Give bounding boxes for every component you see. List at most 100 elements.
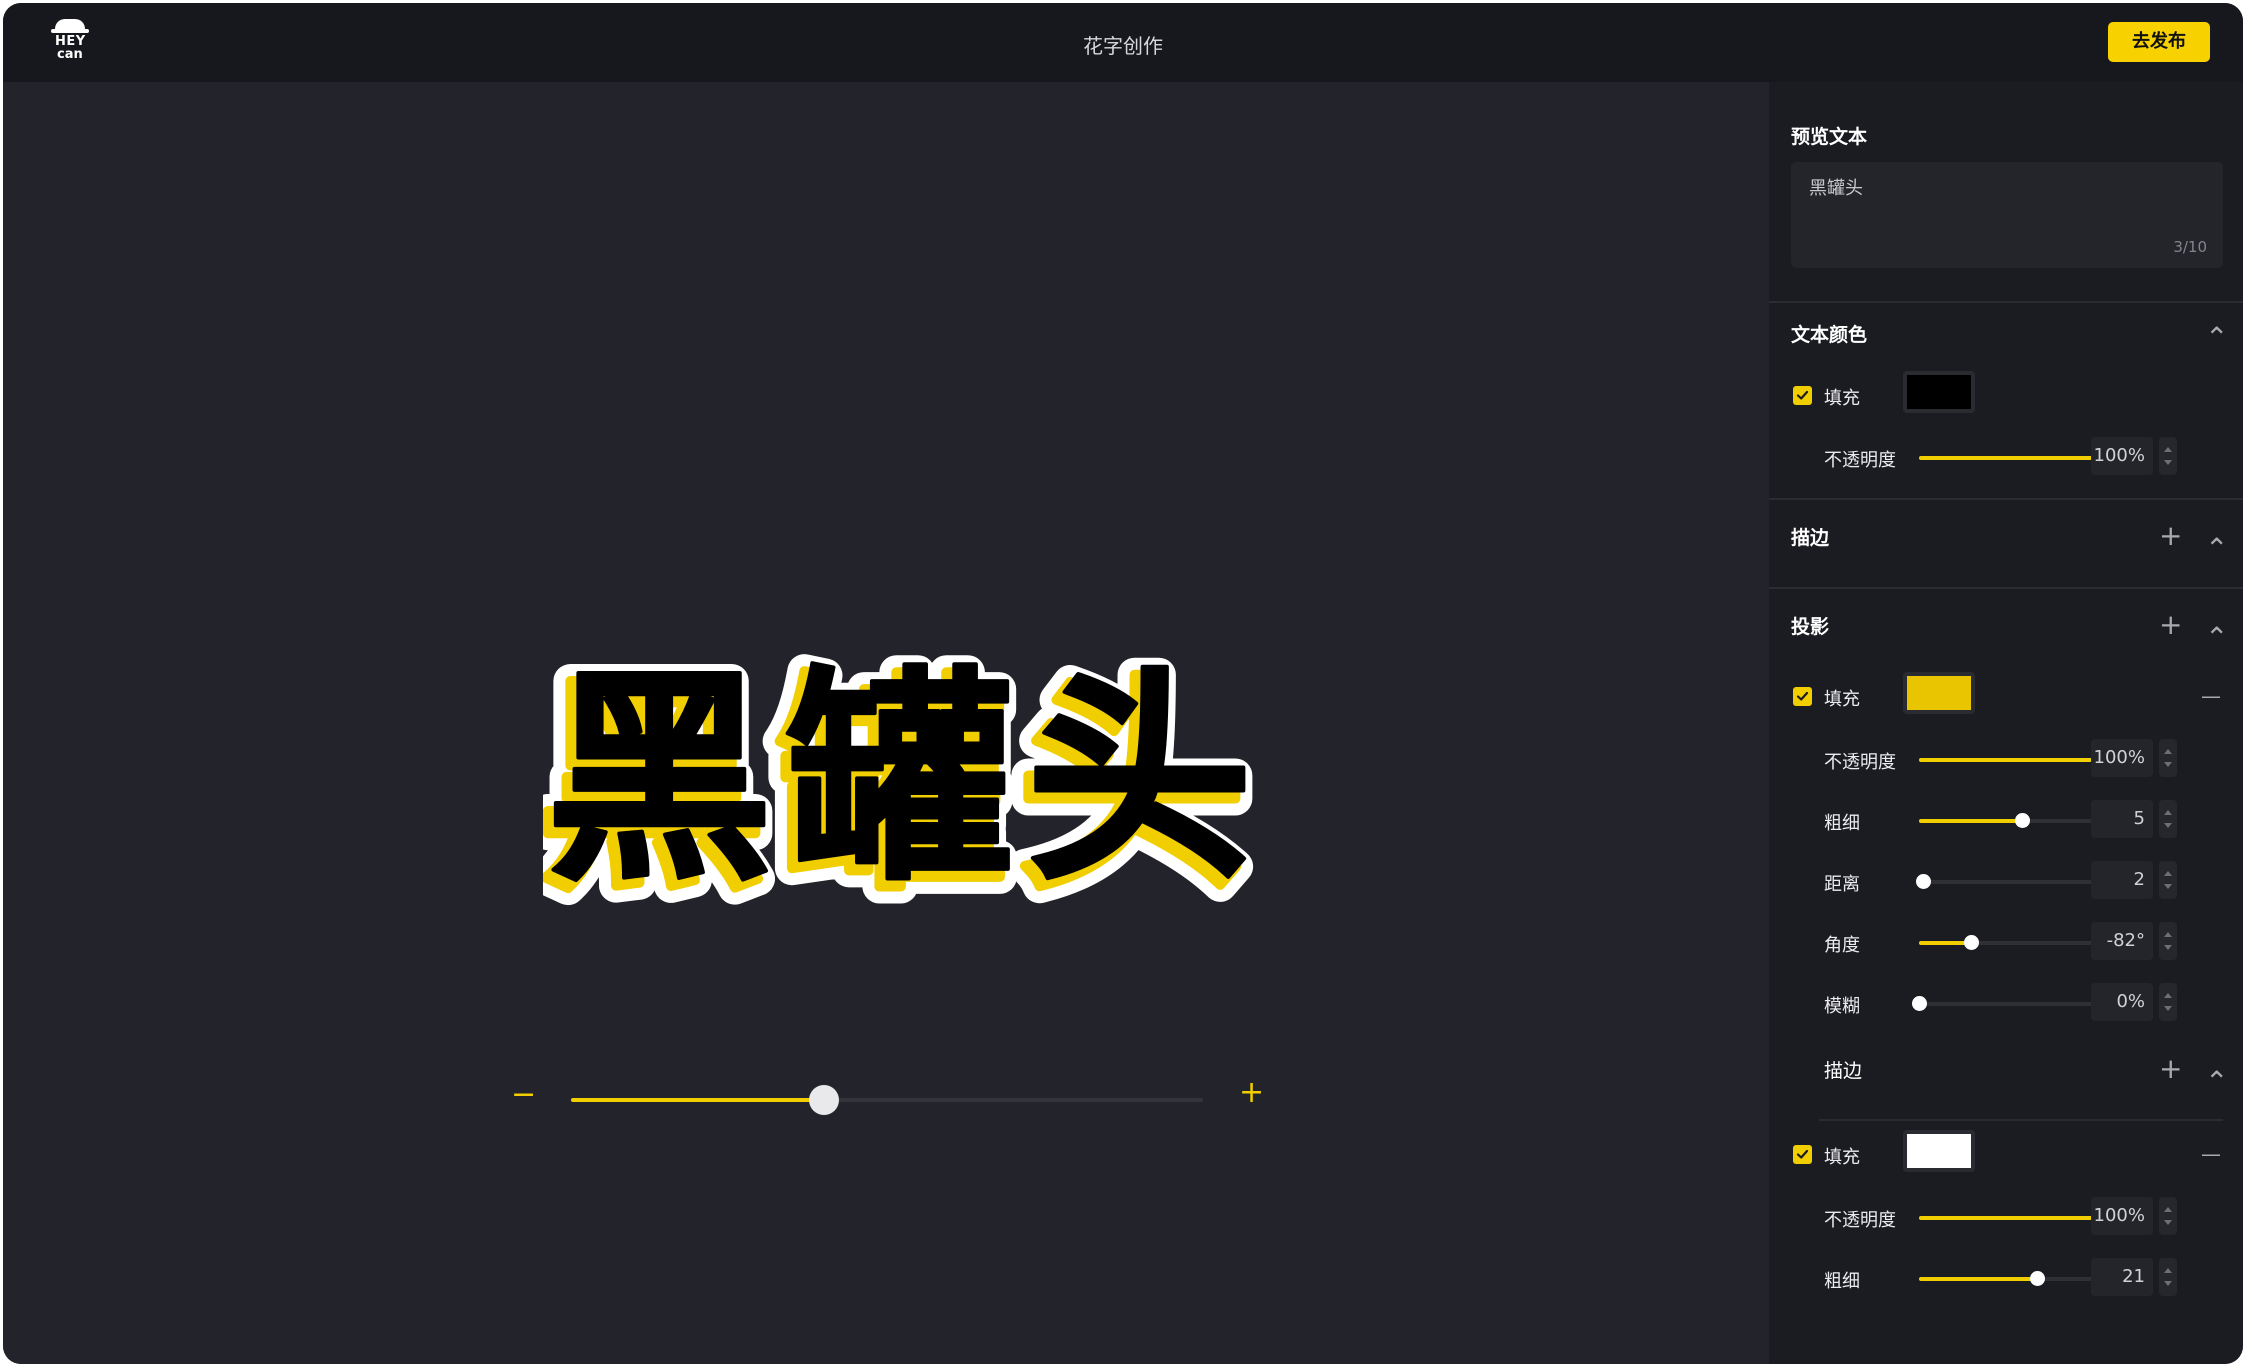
flower-text-preview[interactable]: 黑罐头黑罐头黑罐头 xyxy=(543,552,1263,952)
shadow-blur-label: 模糊 xyxy=(1824,996,1860,1017)
text-opacity-slider[interactable] xyxy=(1919,450,2121,465)
check-icon xyxy=(1796,390,1809,400)
divider xyxy=(1769,498,2243,500)
check-icon xyxy=(1796,1149,1809,1159)
text-color-title: 文本颜色 xyxy=(1791,324,1868,346)
shadow-distance-spinner[interactable] xyxy=(2159,861,2177,899)
check-icon xyxy=(1796,691,1809,701)
shadow-blur-spinner[interactable] xyxy=(2159,983,2177,1021)
collapse-chevron-icon[interactable]: ⌃ xyxy=(2205,1068,2228,1096)
spin-down-icon[interactable] xyxy=(2164,884,2172,889)
shadow-blur-value[interactable]: 0% xyxy=(2091,983,2153,1021)
shadow-thickness-spinner[interactable] xyxy=(2159,800,2177,838)
add-shadow-plus-icon[interactable]: + xyxy=(2159,611,2182,639)
zoom-slider[interactable] xyxy=(571,1085,1203,1115)
preview-text-value: 黑罐头 xyxy=(1809,178,1863,199)
slider-fill xyxy=(1919,819,2022,823)
shadow-fill-label: 填充 xyxy=(1824,689,1860,710)
shadow-thickness-value[interactable]: 5 xyxy=(2091,800,2153,838)
shadow-opacity-value[interactable]: 100% xyxy=(2091,739,2153,777)
slider-thumb[interactable] xyxy=(1964,935,1980,950)
publish-button[interactable]: 去发布 xyxy=(2108,22,2210,62)
text-opacity-spinner[interactable] xyxy=(2159,437,2177,475)
properties-panel: 预览文本 黑罐头 3/10 文本颜色 ⌃ 填充 不透明度 100% 描边 + ⌃… xyxy=(1769,82,2243,1364)
spin-down-icon[interactable] xyxy=(2164,1220,2172,1225)
zoom-slider-thumb[interactable] xyxy=(808,1085,839,1115)
stroke-fill-color-swatch[interactable] xyxy=(1903,1130,1975,1172)
shadow-thickness-label: 粗细 xyxy=(1824,813,1860,834)
spin-up-icon[interactable] xyxy=(2164,871,2172,876)
spin-down-icon[interactable] xyxy=(2164,762,2172,767)
preview-text-input[interactable]: 黑罐头 3/10 xyxy=(1791,162,2223,268)
spin-up-icon[interactable] xyxy=(2164,932,2172,937)
stroke-opacity-value[interactable]: 100% xyxy=(2091,1197,2153,1235)
slider-fill xyxy=(1919,758,2113,762)
shadow-blur-slider[interactable] xyxy=(1912,996,2113,1011)
spin-up-icon[interactable] xyxy=(2164,749,2172,754)
remove-stroke-minus-icon[interactable]: — xyxy=(2201,1140,2221,1168)
slider-fill xyxy=(1919,1277,2038,1281)
shadow-angle-label: 角度 xyxy=(1824,935,1860,956)
shadow-distance-label: 距离 xyxy=(1824,874,1860,895)
spin-up-icon[interactable] xyxy=(2164,1268,2172,1273)
collapse-chevron-icon[interactable]: ⌃ xyxy=(2205,324,2228,352)
preview-text-title: 预览文本 xyxy=(1791,126,1868,148)
stroke-title: 描边 xyxy=(1791,527,1830,549)
zoom-slider-fill xyxy=(571,1098,824,1102)
spin-up-icon[interactable] xyxy=(2164,810,2172,815)
spin-up-icon[interactable] xyxy=(2164,1207,2172,1212)
shadow-opacity-label: 不透明度 xyxy=(1824,752,1896,773)
art-char-fill: 头 xyxy=(1027,649,1252,911)
slider-thumb[interactable] xyxy=(1912,996,1927,1011)
shadow-distance-value[interactable]: 2 xyxy=(2091,861,2153,899)
slider-fill xyxy=(1919,1216,2113,1220)
heycan-logo[interactable]: HEY can xyxy=(51,17,99,65)
text-opacity-value[interactable]: 100% xyxy=(2091,437,2153,475)
shadow-distance-slider[interactable] xyxy=(1915,874,2113,889)
stroke-thickness-label: 粗细 xyxy=(1824,1271,1860,1292)
zoom-out-icon[interactable]: − xyxy=(511,1080,536,1110)
app-window: HEY can 花字创作 去发布 黑罐头黑罐头黑罐头 − + 预览文本 黑罐头 … xyxy=(3,3,2243,1364)
slider-thumb[interactable] xyxy=(1915,874,1931,889)
text-fill-label: 填充 xyxy=(1824,388,1860,409)
slider-thumb[interactable] xyxy=(2030,1271,2046,1286)
shadow-fill-checkbox[interactable] xyxy=(1793,687,1812,706)
add-stroke-plus-icon[interactable]: + xyxy=(2159,522,2182,550)
collapse-chevron-icon[interactable]: ⌃ xyxy=(2205,535,2228,563)
shadow-angle-value[interactable]: -82° xyxy=(2091,922,2153,960)
page-title: 花字创作 xyxy=(1083,34,1163,58)
spin-down-icon[interactable] xyxy=(2164,823,2172,828)
stroke-thickness-slider[interactable] xyxy=(1919,1271,2113,1286)
stroke-opacity-spinner[interactable] xyxy=(2159,1197,2177,1235)
add-shadow-stroke-plus-icon[interactable]: + xyxy=(2159,1055,2182,1083)
spin-up-icon[interactable] xyxy=(2164,993,2172,998)
shadow-angle-spinner[interactable] xyxy=(2159,922,2177,960)
stroke-opacity-slider[interactable] xyxy=(1919,1210,2121,1225)
zoom-in-icon[interactable]: + xyxy=(1239,1078,1264,1108)
divider xyxy=(1769,301,2243,303)
spin-down-icon[interactable] xyxy=(2164,1006,2172,1011)
remove-shadow-minus-icon[interactable]: — xyxy=(2201,682,2221,710)
text-fill-color-swatch[interactable] xyxy=(1903,371,1975,413)
shadow-opacity-spinner[interactable] xyxy=(2159,739,2177,777)
text-fill-checkbox[interactable] xyxy=(1793,386,1812,405)
spin-down-icon[interactable] xyxy=(2164,460,2172,465)
collapse-chevron-icon[interactable]: ⌃ xyxy=(2205,624,2228,652)
slider-fill xyxy=(1919,456,2113,460)
spin-down-icon[interactable] xyxy=(2164,1281,2172,1286)
shadow-fill-color-swatch[interactable] xyxy=(1903,672,1975,714)
logo-hat-brim xyxy=(51,29,89,33)
stroke-thickness-value[interactable]: 21 xyxy=(2091,1258,2153,1296)
logo-text-can: can xyxy=(57,47,83,62)
stroke-thickness-spinner[interactable] xyxy=(2159,1258,2177,1296)
spin-down-icon[interactable] xyxy=(2164,945,2172,950)
shadow-thickness-slider[interactable] xyxy=(1919,813,2113,828)
art-char-fill: 罐 xyxy=(787,649,1012,911)
shadow-angle-slider[interactable] xyxy=(1919,935,2113,950)
spin-up-icon[interactable] xyxy=(2164,447,2172,452)
shadow-opacity-slider[interactable] xyxy=(1919,752,2121,767)
stroke-fill-label: 填充 xyxy=(1824,1147,1860,1168)
slider-thumb[interactable] xyxy=(2014,813,2030,828)
stroke-fill-checkbox[interactable] xyxy=(1793,1145,1812,1164)
divider xyxy=(1819,1119,2223,1121)
